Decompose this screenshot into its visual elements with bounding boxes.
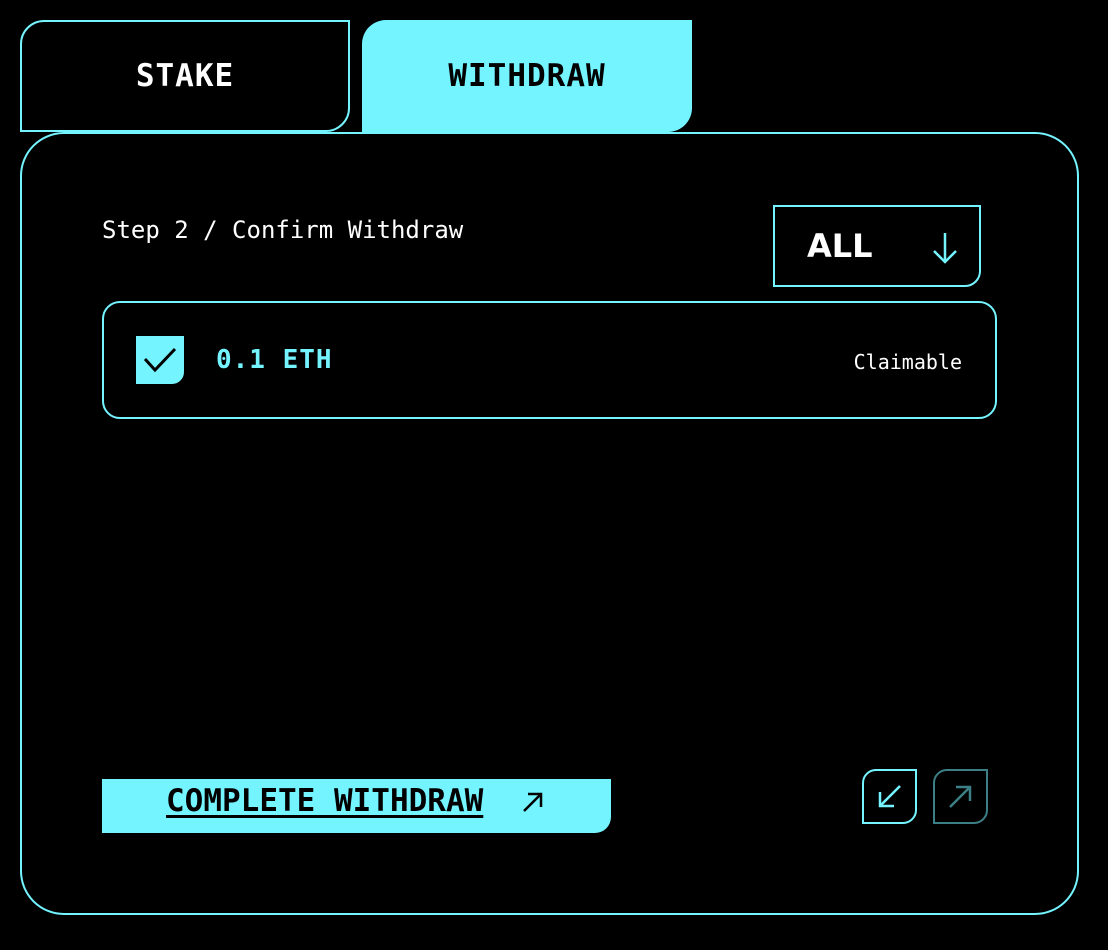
pager-next-button[interactable] [933, 769, 988, 824]
arrow-up-right-icon [949, 785, 972, 808]
complete-withdraw-label: COMPLETE WITHDRAW [166, 783, 484, 819]
tab-withdraw[interactable]: WITHDRAW [362, 20, 692, 132]
filter-dropdown[interactable]: ALL [773, 205, 981, 287]
complete-withdraw-button[interactable]: COMPLETE WITHDRAW [102, 779, 611, 833]
list-item[interactable]: 0.1 ETH Claimable [102, 301, 997, 419]
pager-prev-button[interactable] [862, 769, 917, 824]
filter-selected-value: ALL [807, 227, 873, 265]
tab-withdraw-label: WITHDRAW [448, 58, 606, 94]
arrow-down-left-icon [878, 785, 901, 808]
item-checkbox[interactable] [136, 336, 184, 384]
arrow-down-icon [933, 233, 957, 264]
tab-stake-label: STAKE [135, 58, 235, 94]
tab-stake[interactable]: STAKE [20, 20, 350, 132]
checkmark-icon [143, 347, 177, 373]
step-title: Step 2 / Confirm Withdraw [102, 216, 464, 244]
item-status: Claimable [853, 350, 962, 374]
item-amount: 0.1 ETH [216, 345, 333, 375]
arrow-up-right-icon [523, 792, 543, 812]
